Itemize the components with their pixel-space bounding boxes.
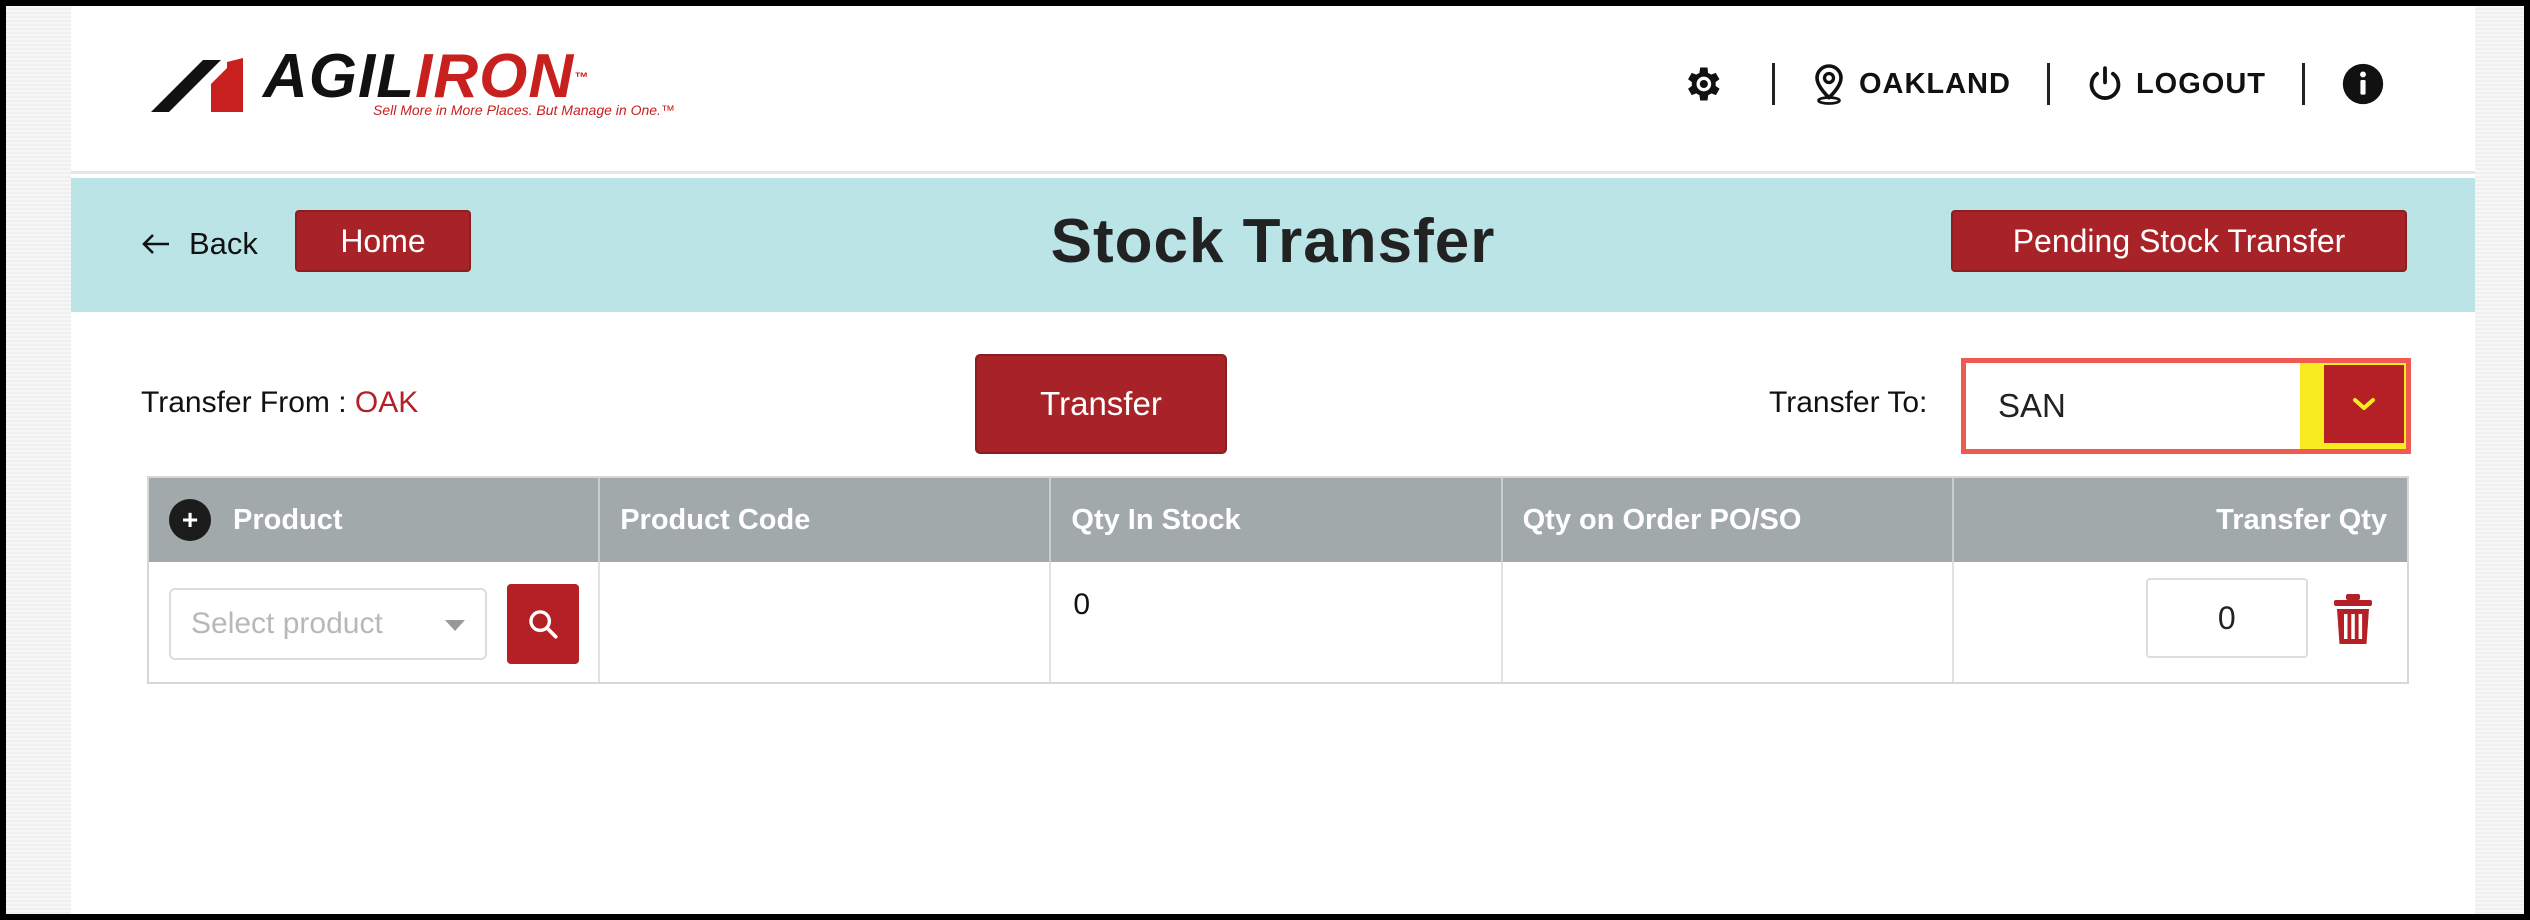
location-pin-icon: [1815, 64, 1843, 105]
transfer-from: Transfer From : OAK: [141, 386, 418, 420]
nav-divider: [2046, 63, 2050, 105]
transfer-qty-input[interactable]: [2145, 578, 2308, 658]
location-label: OAKLAND: [1858, 67, 2011, 100]
trash-icon[interactable]: [2332, 592, 2374, 646]
transfer-qty-cell: [1954, 562, 2407, 682]
transfer-table: + Product Product Code Qty In Stock Qty …: [147, 476, 2409, 684]
column-header-product: + Product: [149, 478, 601, 562]
pending-stock-transfer-button[interactable]: Pending Stock Transfer: [1951, 210, 2407, 272]
product-code-cell: [600, 562, 1052, 682]
transfer-to-select[interactable]: SAN: [1961, 358, 2411, 454]
add-product-button[interactable]: +: [169, 499, 211, 541]
dropdown-toggle[interactable]: [2300, 363, 2406, 449]
settings-button[interactable]: [1680, 62, 1736, 106]
logout-button[interactable]: LOGOUT: [2086, 65, 2266, 103]
product-select-placeholder: Select product: [191, 607, 383, 640]
qty-in-stock-value: 0: [1073, 588, 1091, 621]
transfer-button[interactable]: Transfer: [975, 354, 1227, 454]
nav-divider: [1771, 63, 1775, 105]
page: AGILIRON™ Sell More in More Places. But …: [71, 6, 2475, 914]
column-header-product-code: Product Code: [600, 478, 1052, 562]
column-header-qty-on-order: Qty on Order PO/SO: [1503, 478, 1954, 562]
gear-icon: [1688, 67, 1720, 101]
transfer-to-label: Transfer To:: [1769, 386, 1928, 419]
chevron-down-icon: [2353, 398, 2375, 410]
table-row: Select product 0: [149, 562, 2407, 682]
logo-wordmark: AGILIRON™: [263, 42, 590, 111]
header-nav: OAKLAND LOGOUT: [1680, 58, 2397, 110]
dropdown-button[interactable]: [2324, 365, 2404, 443]
table-header: + Product Product Code Qty In Stock Qty …: [149, 478, 2407, 562]
logo-mark-icon: [151, 58, 243, 112]
nav-divider: [2302, 63, 2305, 105]
product-search-button[interactable]: [507, 584, 579, 664]
agiliron-logo[interactable]: AGILIRON™ Sell More in More Places. But …: [151, 42, 675, 126]
search-icon: [529, 610, 558, 639]
product-select[interactable]: Select product: [169, 588, 487, 660]
info-icon: [2342, 63, 2384, 105]
info-button[interactable]: [2341, 62, 2397, 106]
transfer-from-value: OAK: [354, 386, 419, 419]
top-header: AGILIRON™ Sell More in More Places. But …: [71, 6, 2475, 174]
transfer-to-value: SAN: [1998, 387, 2066, 424]
product-cell: Select product: [149, 562, 601, 682]
page-banner: Back Home Stock Transfer Pending Stock T…: [71, 178, 2475, 312]
logo-tagline: Sell More in More Places. But Manage in …: [373, 102, 675, 118]
column-header-qty-in-stock: Qty In Stock: [1051, 478, 1503, 562]
location-selector[interactable]: OAKLAND: [1811, 63, 2011, 105]
transfer-from-label: Transfer From :: [141, 386, 355, 419]
logout-label: LOGOUT: [2135, 67, 2266, 100]
qty-in-stock-cell: 0: [1051, 562, 1503, 682]
plus-icon: +: [181, 504, 199, 535]
qty-on-order-cell: [1503, 562, 1954, 682]
dropdown-arrow-icon: [445, 620, 465, 631]
power-icon: [2089, 66, 2121, 100]
column-header-transfer-qty: Transfer Qty: [2216, 503, 2387, 536]
